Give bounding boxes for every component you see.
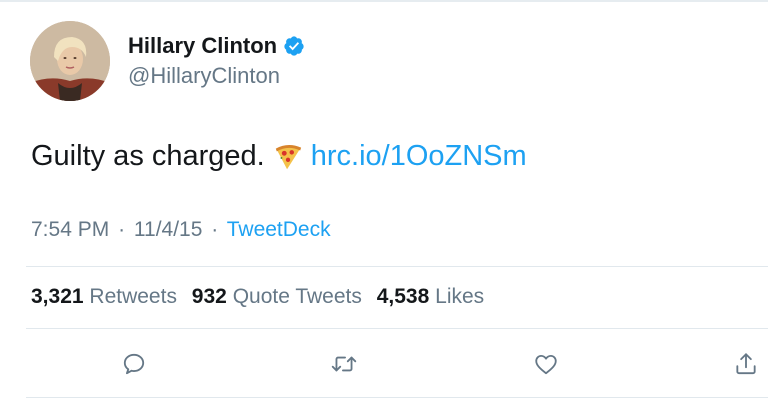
like-button[interactable] — [528, 346, 564, 382]
reply-icon — [123, 353, 145, 375]
meta-separator-2: · — [211, 218, 219, 241]
quote-tweets-stat[interactable]: 932 Quote Tweets — [192, 285, 362, 308]
tweet-card: Hillary Clinton @HillaryClinton Guilty a… — [0, 0, 768, 402]
retweet-button[interactable] — [326, 346, 362, 382]
divider — [26, 266, 768, 267]
tweet-body: Guilty as charged. — [31, 140, 265, 172]
like-icon — [535, 354, 557, 375]
display-name-text: Hillary Clinton — [128, 33, 278, 58]
meta-separator: · — [118, 218, 126, 241]
retweets-stat[interactable]: 3,321 Retweets — [31, 285, 177, 308]
reply-button[interactable] — [116, 346, 152, 382]
profile-photo-icon — [30, 21, 110, 101]
likes-label: Likes — [435, 285, 485, 308]
quotes-label: Quote Tweets — [232, 285, 362, 308]
user-handle[interactable]: @HillaryClinton — [128, 63, 280, 89]
tweet-date[interactable]: 11/4/15 — [134, 218, 203, 241]
quotes-count: 932 — [191, 285, 227, 308]
tweet-stats: 3,321 Retweets 932 Quote Tweets 4,538 Li… — [31, 285, 493, 309]
retweet-icon — [331, 356, 357, 372]
tweet-text: Guilty as charged. hrc.io/1OoZNSm — [31, 140, 527, 173]
divider — [26, 397, 768, 398]
divider — [26, 328, 768, 329]
avatar[interactable] — [30, 21, 110, 101]
top-divider — [0, 0, 768, 2]
verified-badge-icon — [284, 36, 304, 56]
tweet-time[interactable]: 7:54 PM — [31, 218, 109, 241]
likes-count: 4,538 — [376, 285, 430, 308]
tweet-link[interactable]: hrc.io/1OoZNSm — [311, 140, 527, 173]
pizza-icon — [275, 144, 301, 169]
tweet-meta: 7:54 PM · 11/4/15 · TweetDeck — [31, 218, 331, 242]
display-name[interactable]: Hillary Clinton — [128, 33, 305, 59]
action-bar — [0, 346, 768, 386]
retweets-label: Retweets — [89, 285, 177, 308]
share-icon — [736, 353, 756, 375]
likes-stat[interactable]: 4,538 Likes — [377, 285, 484, 308]
retweets-count: 3,321 — [31, 285, 84, 308]
share-button[interactable] — [728, 346, 764, 382]
tweet-source[interactable]: TweetDeck — [227, 218, 331, 241]
